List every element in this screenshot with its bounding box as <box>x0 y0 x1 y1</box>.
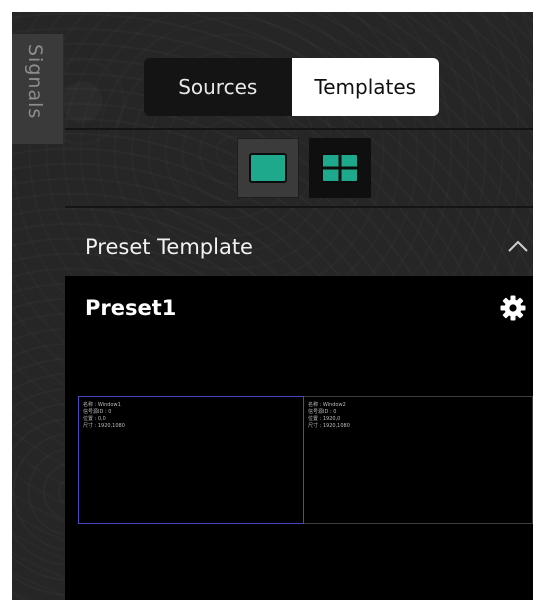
preset-template-header[interactable]: Preset Template <box>65 218 533 276</box>
app-root: Signals Sources Templates Preset Templat… <box>0 0 533 600</box>
templates-panel: Sources Templates Preset Template Preset… <box>65 12 533 600</box>
divider-top <box>65 128 533 130</box>
window1-size: 尺寸 : 1920,1080 <box>83 423 125 429</box>
window2-info: 名称 : Window2 信号源ID : 0 位置 : 1920,0 尺寸 : … <box>308 402 350 430</box>
grid-view-button[interactable] <box>309 138 371 198</box>
tab-templates[interactable]: Templates <box>291 58 439 116</box>
window1-name: 名称 : Window1 <box>83 402 121 408</box>
view-mode-toggles <box>237 138 371 198</box>
source-template-switch: Sources Templates <box>144 58 439 116</box>
preset-name: Preset1 <box>85 296 177 320</box>
window2-size: 尺寸 : 1920,1080 <box>308 423 350 429</box>
window2-preview[interactable]: 名称 : Window2 信号源ID : 0 位置 : 1920,0 尺寸 : … <box>304 396 533 524</box>
preset-layout-preview: 名称 : Window1 信号源ID : 0 位置 : 0,0 尺寸 : 192… <box>78 396 533 524</box>
signals-tab-label: Signals <box>24 44 46 120</box>
divider-middle <box>65 206 533 208</box>
preset-template-title: Preset Template <box>85 235 253 259</box>
chevron-up-icon[interactable] <box>507 238 529 254</box>
window2-position: 位置 : 1920,0 <box>308 416 341 422</box>
window2-name: 名称 : Window2 <box>308 402 346 408</box>
tab-sources[interactable]: Sources <box>144 58 292 116</box>
quad-grid-icon <box>321 153 359 183</box>
gear-icon[interactable] <box>499 294 527 322</box>
single-screen-icon <box>249 153 287 183</box>
app-window: Signals Sources Templates Preset Templat… <box>12 12 533 600</box>
single-view-button[interactable] <box>237 138 299 198</box>
window1-info: 名称 : Window1 信号源ID : 0 位置 : 0,0 尺寸 : 192… <box>83 402 125 430</box>
side-rail <box>12 144 63 600</box>
window1-position: 位置 : 0,0 <box>83 416 106 422</box>
window1-preview[interactable]: 名称 : Window1 信号源ID : 0 位置 : 0,0 尺寸 : 192… <box>78 396 304 524</box>
preset-card[interactable]: Preset1 名称: Window1 信号源ID: 0 位置: 0,0 … <box>65 276 533 600</box>
window2-source-id: 信号源ID : 0 <box>308 409 337 415</box>
signals-side-tab[interactable]: Signals <box>12 34 64 144</box>
window1-source-id: 信号源ID : 0 <box>83 409 112 415</box>
